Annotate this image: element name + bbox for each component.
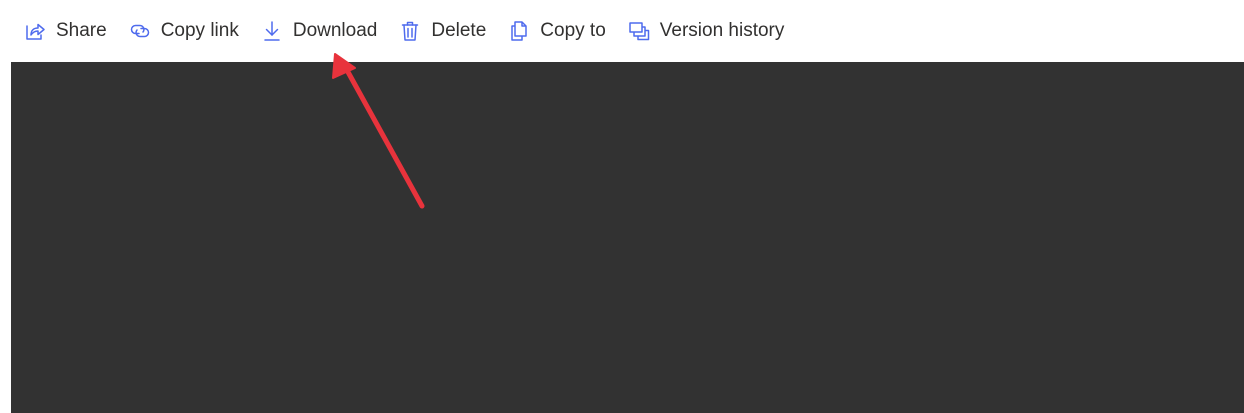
copy-icon: [508, 20, 530, 42]
share-icon: [24, 20, 46, 42]
document-preview-area: [11, 62, 1244, 413]
link-icon: [129, 20, 151, 42]
copy-to-label: Copy to: [540, 20, 606, 41]
delete-button[interactable]: Delete: [399, 11, 486, 51]
trash-icon: [399, 20, 421, 42]
page: Share Copy link Download Delete Copy to …: [0, 0, 1244, 413]
share-label: Share: [56, 20, 107, 41]
download-icon: [261, 20, 283, 42]
delete-label: Delete: [431, 20, 487, 41]
version-history-label: Version history: [659, 20, 785, 41]
share-button[interactable]: Share: [24, 11, 107, 51]
copy-link-label: Copy link: [160, 20, 239, 41]
copy-to-button[interactable]: Copy to: [508, 11, 606, 51]
version-history-icon: [628, 20, 650, 42]
version-history-button[interactable]: Version history: [628, 11, 785, 51]
download-button[interactable]: Download: [261, 11, 378, 51]
download-label: Download: [292, 20, 378, 41]
copy-link-button[interactable]: Copy link: [129, 11, 239, 51]
command-bar: Share Copy link Download Delete Copy to …: [0, 0, 1244, 62]
